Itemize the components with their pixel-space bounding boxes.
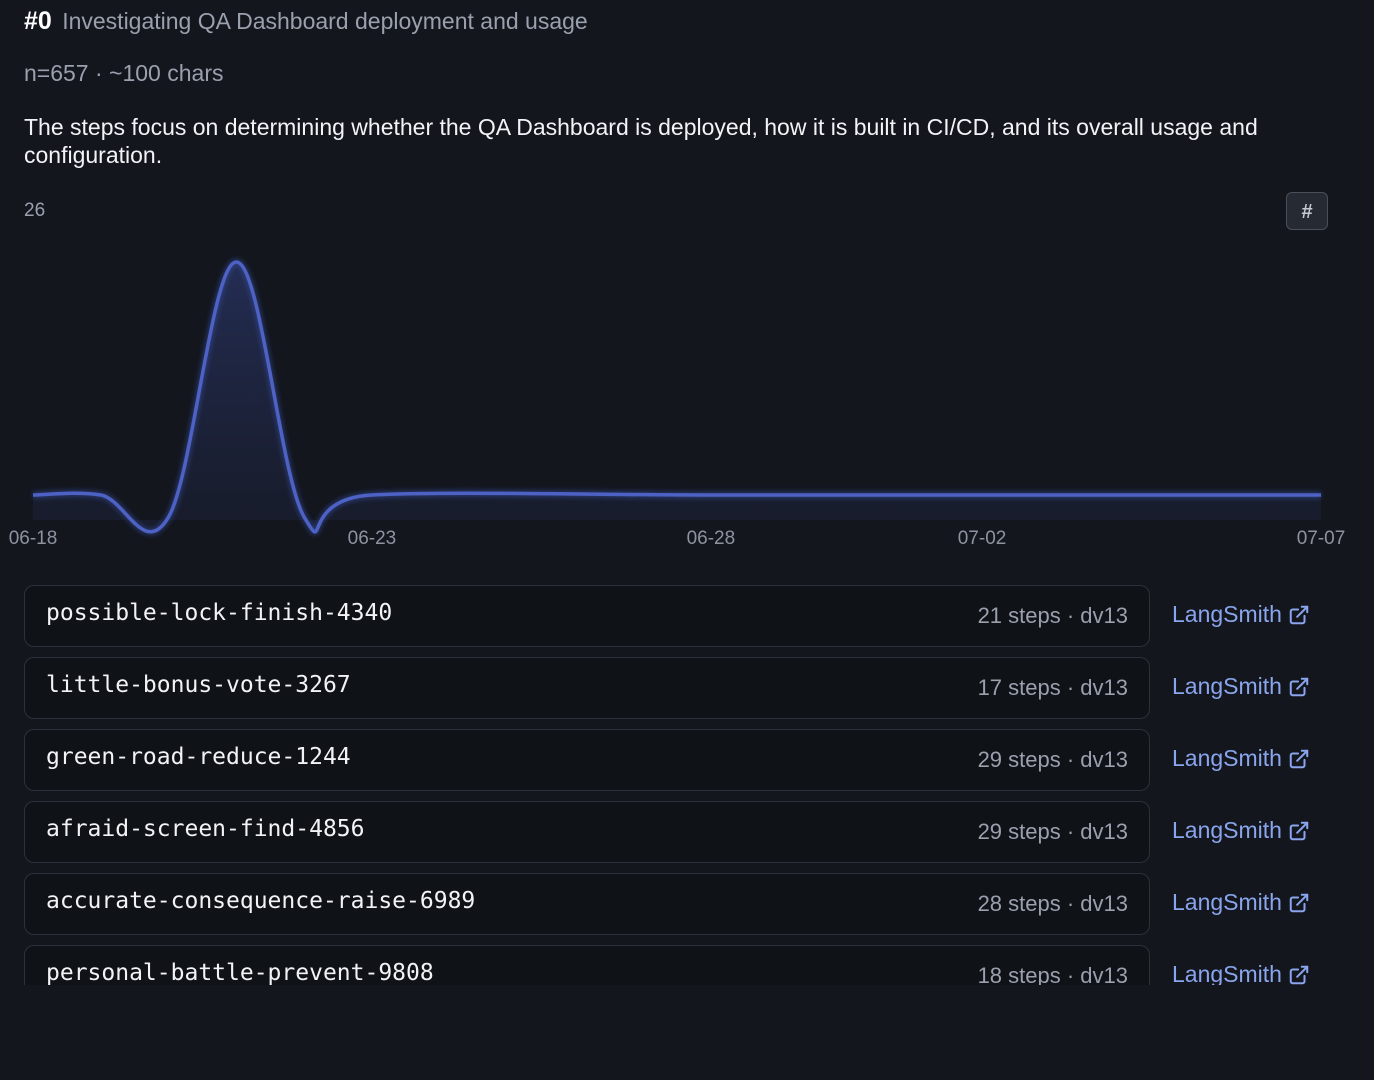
run-meta: 29 steps · dv13 xyxy=(977,819,1128,844)
langsmith-link-label: LangSmith xyxy=(1172,817,1282,843)
x-tick-label: 06-23 xyxy=(348,528,397,549)
run-card[interactable]: green-road-reduce-1244 29 steps · dv13 xyxy=(24,729,1150,791)
run-card[interactable]: little-bonus-vote-3267 17 steps · dv13 xyxy=(24,657,1150,719)
chart-y-max-label: 26 xyxy=(24,200,46,221)
langsmith-link-label: LangSmith xyxy=(1172,745,1282,771)
run-row: afraid-screen-find-4856 29 steps · dv13 La… xyxy=(24,801,1354,873)
run-name: possible-lock-finish-4340 xyxy=(46,600,393,626)
run-meta: 17 steps · dv13 xyxy=(977,675,1128,700)
cluster-header: #0 Investigating QA Dashboard deployment… xyxy=(24,6,588,36)
cluster-detail-panel: #0 Investigating QA Dashboard deployment… xyxy=(0,0,1374,1080)
run-card[interactable]: possible-lock-finish-4340 21 steps · dv13 xyxy=(24,585,1150,647)
run-row: little-bonus-vote-3267 17 steps · dv13 Lan… xyxy=(24,657,1354,729)
run-name: accurate-consequence-raise-6989 xyxy=(46,888,476,914)
activity-chart: 06-18 06-23 06-28 07-02 07-07 xyxy=(9,258,1346,549)
run-meta: 18 steps · dv13 xyxy=(977,963,1128,985)
run-card[interactable]: accurate-consequence-raise-6989 28 steps … xyxy=(24,873,1150,935)
external-link-icon xyxy=(1288,748,1310,770)
langsmith-link-label: LangSmith xyxy=(1172,673,1282,699)
langsmith-link[interactable]: LangSmith xyxy=(1172,601,1310,628)
run-row: possible-lock-finish-4340 21 steps · dv13… xyxy=(24,585,1354,657)
langsmith-link[interactable]: LangSmith xyxy=(1172,745,1310,772)
x-tick-label: 06-28 xyxy=(687,528,736,549)
run-name: little-bonus-vote-3267 xyxy=(46,672,351,698)
run-row: personal-battle-prevent-9808 18 steps · d… xyxy=(24,945,1354,985)
chart-area xyxy=(33,262,1321,532)
langsmith-link[interactable]: LangSmith xyxy=(1172,817,1310,844)
run-row: accurate-consequence-raise-6989 28 steps … xyxy=(24,873,1354,945)
external-link-icon xyxy=(1288,820,1310,842)
langsmith-link-label: LangSmith xyxy=(1172,961,1282,985)
external-link-icon xyxy=(1288,604,1310,626)
run-row: green-road-reduce-1244 29 steps · dv13 Lan… xyxy=(24,729,1354,801)
cluster-number: #0 xyxy=(24,7,52,35)
langsmith-link[interactable]: LangSmith xyxy=(1172,961,1310,985)
external-link-icon xyxy=(1288,964,1310,986)
x-tick-label: 07-02 xyxy=(958,528,1007,549)
langsmith-link[interactable]: LangSmith xyxy=(1172,889,1310,916)
langsmith-link-label: LangSmith xyxy=(1172,889,1282,915)
langsmith-link[interactable]: LangSmith xyxy=(1172,673,1310,700)
cluster-title: Investigating QA Dashboard deployment an… xyxy=(62,8,588,34)
run-name: green-road-reduce-1244 xyxy=(46,744,351,770)
count-toggle-button[interactable]: # xyxy=(1286,192,1328,230)
cluster-summary: The steps focus on determining whether t… xyxy=(24,114,1258,168)
x-tick-label: 06-18 xyxy=(9,528,58,549)
run-name: afraid-screen-find-4856 xyxy=(46,816,365,842)
run-card[interactable]: afraid-screen-find-4856 29 steps · dv13 xyxy=(24,801,1150,863)
external-link-icon xyxy=(1288,892,1310,914)
cluster-meta: n=657 · ~100 chars xyxy=(24,60,224,86)
run-list: possible-lock-finish-4340 21 steps · dv13… xyxy=(24,585,1354,985)
external-link-icon xyxy=(1288,676,1310,698)
run-meta: 28 steps · dv13 xyxy=(977,891,1128,916)
run-name: personal-battle-prevent-9808 xyxy=(46,960,434,985)
run-card[interactable]: personal-battle-prevent-9808 18 steps · d… xyxy=(24,945,1150,985)
run-meta: 21 steps · dv13 xyxy=(977,603,1128,628)
x-axis-ticks: 06-18 06-23 06-28 07-02 07-07 xyxy=(9,528,1346,549)
langsmith-link-label: LangSmith xyxy=(1172,601,1282,627)
run-meta: 29 steps · dv13 xyxy=(977,747,1128,772)
x-tick-label: 07-07 xyxy=(1297,528,1346,549)
